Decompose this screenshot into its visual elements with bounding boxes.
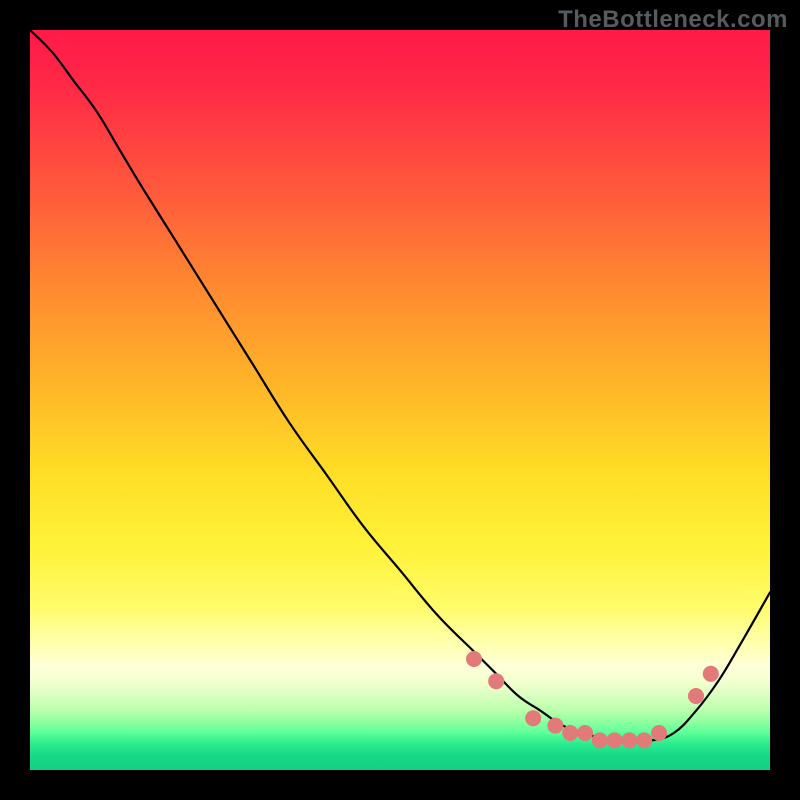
marker-point bbox=[577, 725, 593, 741]
curve-layer bbox=[30, 30, 770, 770]
chart-frame: TheBottleneck.com bbox=[0, 0, 800, 800]
marker-point bbox=[651, 725, 667, 741]
marker-point bbox=[636, 732, 652, 748]
marker-point bbox=[547, 718, 563, 734]
marker-point bbox=[621, 732, 637, 748]
highlight-markers bbox=[466, 651, 719, 748]
watermark-text: TheBottleneck.com bbox=[558, 6, 788, 34]
marker-point bbox=[607, 732, 623, 748]
bottleneck-curve bbox=[30, 30, 770, 741]
marker-point bbox=[562, 725, 578, 741]
marker-point bbox=[592, 732, 608, 748]
marker-point bbox=[488, 673, 504, 689]
plot-area bbox=[30, 30, 770, 770]
marker-point bbox=[466, 651, 482, 667]
marker-point bbox=[703, 666, 719, 682]
marker-point bbox=[525, 710, 541, 726]
marker-point bbox=[688, 688, 704, 704]
